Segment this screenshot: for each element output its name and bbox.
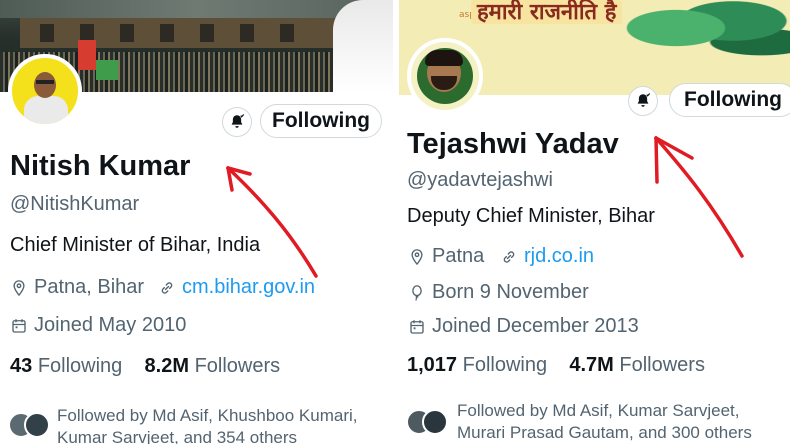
followers-label: Followers (619, 354, 705, 376)
following-count: 1,017 (407, 354, 458, 376)
followers-link[interactable]: 4.7M Followers (569, 354, 705, 376)
profile-website[interactable]: cm.bihar.gov.in (158, 276, 315, 299)
website-link[interactable]: cm.bihar.gov.in (182, 276, 315, 299)
follow-counts: 1,017 Following 4.7M Followers (407, 354, 705, 377)
followed-by-avatars[interactable] (406, 409, 448, 435)
profile-handle: @yadavtejashwi (407, 169, 553, 191)
screenshot-stage: Following Nitish Kumar @NitishKumar Chie… (0, 0, 790, 444)
profile-name: Tejashwi Yadav (407, 128, 619, 160)
profile-bio: Chief Minister of Bihar, India (10, 234, 261, 256)
location-text: Patna, Bihar (34, 276, 145, 298)
profile-bio: Deputy Chief Minister, Bihar (407, 205, 655, 227)
followed-by-line: Murari Prasad Gautam, and 300 others (457, 423, 752, 442)
born-text: Born 9 November (432, 281, 589, 303)
followers-link[interactable]: 8.2M Followers (145, 355, 281, 377)
location-text: Patna (432, 245, 485, 267)
followers-count: 8.2M (144, 355, 189, 377)
followed-by-text[interactable]: Followed by Md Asif, Kumar Sarvjeet, Mur… (457, 400, 752, 444)
location-pin-icon (411, 248, 423, 265)
profile-birthday: Born 9 November (408, 281, 589, 304)
joined-text: Joined May 2010 (34, 314, 187, 336)
banner-title: हमारी राजनीति है (471, 0, 623, 24)
mini-avatar (24, 412, 50, 438)
followed-by-line: Followed by Md Asif, Khushboo Kumari, (57, 406, 358, 425)
link-icon (161, 281, 173, 294)
profile-avatar[interactable] (407, 38, 483, 114)
followed-by-avatars[interactable] (8, 412, 50, 438)
following-link[interactable]: 43 Following (10, 355, 122, 377)
followers-count: 4.7M (569, 354, 614, 376)
calendar-icon (410, 319, 424, 334)
bell-icon (637, 93, 651, 107)
followed-by-line: Followed by Md Asif, Kumar Sarvjeet, (457, 401, 740, 420)
profile-joined: Joined May 2010 (10, 314, 186, 337)
following-label: Following (462, 354, 548, 376)
notification-bell-button[interactable] (628, 86, 658, 116)
link-icon (503, 250, 515, 263)
profile-website[interactable]: rjd.co.in (500, 245, 594, 268)
joined-text: Joined December 2013 (432, 315, 639, 337)
followers-label: Followers (194, 355, 281, 377)
location-pin-icon (13, 279, 25, 296)
followed-by-line: Kumar Sarvjeet, and 354 others (57, 428, 298, 444)
profile-location: Patna (408, 245, 484, 268)
following-count: 43 (10, 355, 33, 377)
profile-location: Patna, Bihar (10, 276, 144, 299)
followed-by-text[interactable]: Followed by Md Asif, Khushboo Kumari, Ku… (57, 405, 357, 444)
profile-avatar[interactable] (8, 54, 82, 128)
following-button[interactable]: Following (669, 83, 790, 117)
notification-bell-button[interactable] (222, 107, 252, 137)
birthday-balloon-icon (412, 284, 422, 301)
following-link[interactable]: 1,017 Following (407, 354, 547, 376)
profile-joined: Joined December 2013 (408, 315, 639, 338)
profile-name: Nitish Kumar (10, 150, 191, 182)
follow-counts: 43 Following 8.2M Followers (10, 355, 280, 378)
following-label: Following (37, 355, 123, 377)
following-button[interactable]: Following (260, 104, 382, 138)
mini-avatar (422, 409, 448, 435)
calendar-icon (12, 318, 26, 333)
profile-panel-nitish: Following Nitish Kumar @NitishKumar Chie… (0, 0, 393, 444)
website-link[interactable]: rjd.co.in (524, 245, 594, 268)
bell-icon (231, 114, 245, 128)
profile-handle: @NitishKumar (10, 193, 140, 215)
